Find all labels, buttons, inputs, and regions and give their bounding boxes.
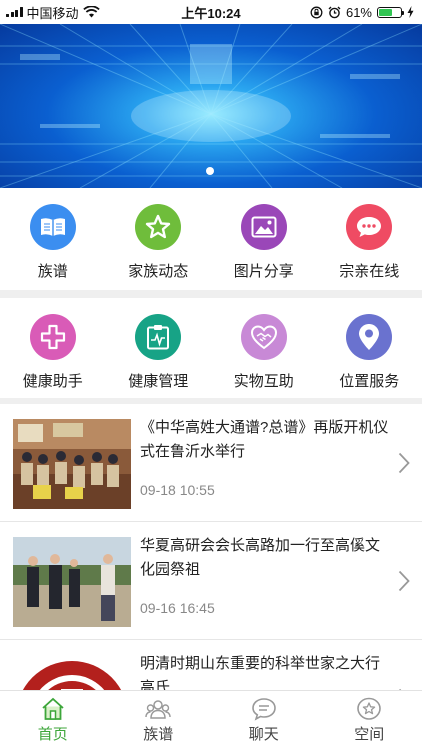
- grid-item-genealogy[interactable]: 族谱: [0, 204, 106, 290]
- tab-label: 空间: [354, 726, 385, 743]
- chat-bubble-icon: [346, 204, 393, 250]
- news-thumbnail: [13, 655, 131, 690]
- tab-genealogy[interactable]: 族谱: [106, 691, 212, 750]
- chevron-right-icon: [398, 570, 410, 592]
- grid-item-health-management[interactable]: 健康管理: [106, 314, 212, 404]
- carrier-label: 中国移动: [26, 5, 79, 21]
- charging-icon: [407, 6, 414, 18]
- grid-item-location-service[interactable]: 位置服务: [317, 314, 422, 404]
- home-icon: [42, 697, 64, 720]
- grid-label: 健康管理: [128, 373, 189, 390]
- news-item[interactable]: 明清时期山东重要的科举世家之大行高氏: [0, 640, 422, 690]
- family-icon: [145, 700, 171, 719]
- banner-image: [0, 24, 422, 188]
- grid-label: 家族动态: [128, 263, 189, 280]
- status-time: 上午10:24: [181, 5, 241, 21]
- chevron-right-icon: [398, 452, 410, 474]
- space-star-icon: [357, 697, 382, 720]
- grid-label: 族谱: [37, 263, 68, 280]
- clipboard-pulse-icon: [135, 314, 182, 360]
- news-thumbnail: [13, 537, 131, 627]
- status-left: 中国移动: [0, 3, 150, 22]
- news-thumbnail: [13, 419, 131, 509]
- carousel-indicator[interactable]: [206, 167, 214, 175]
- tab-space[interactable]: 空间: [317, 691, 422, 750]
- location-pin-icon: [346, 314, 393, 360]
- grid-item-goods-mutual-aid[interactable]: 实物互助: [211, 314, 317, 404]
- news-time: 09-16 16:45: [140, 600, 215, 616]
- rotation-lock-icon: [310, 6, 323, 18]
- battery-icon: [377, 6, 404, 18]
- news-title: 《中华高姓大通谱?总谱》再版开机仪式在鲁沂水举行: [140, 419, 389, 460]
- grid-item-family-news[interactable]: 家族动态: [106, 204, 212, 290]
- tab-label: 聊天: [248, 726, 279, 743]
- heart-handshake-icon: [240, 314, 287, 360]
- news-list: 《中华高姓大通谱?总谱》再版开机仪式在鲁沂水举行 09-18 10:55 华夏高…: [0, 404, 422, 690]
- tab-label: 首页: [37, 726, 68, 743]
- grid-label: 实物互助: [233, 373, 294, 390]
- star-icon: [135, 204, 182, 250]
- alarm-icon: [328, 6, 341, 18]
- news-time: 09-18 10:55: [140, 482, 215, 498]
- news-title: 明清时期山东重要的科举世家之大行高氏: [140, 655, 381, 690]
- grid-item-clan-online[interactable]: 宗亲在线: [317, 204, 422, 290]
- grid-label: 健康助手: [22, 373, 83, 390]
- grid-item-health-assistant[interactable]: 健康助手: [0, 314, 106, 404]
- news-item[interactable]: 华夏高研会会长高路加一行至高傒文化园祭祖 09-16 16:45: [0, 522, 422, 640]
- tab-chat[interactable]: 聊天: [211, 691, 317, 750]
- signal-icon: [6, 7, 23, 17]
- tab-label: 族谱: [143, 726, 174, 743]
- tab-home[interactable]: 首页: [0, 691, 106, 750]
- feature-grid-2: 健康助手 健康管理 实物互助 位置服务: [0, 298, 422, 404]
- battery-percent: 61%: [345, 4, 372, 20]
- section-divider: [0, 290, 422, 298]
- news-title: 华夏高研会会长高路加一行至高傒文化园祭祖: [140, 537, 381, 578]
- picture-icon: [240, 204, 287, 250]
- tab-bar: 首页 族谱 聊天 空间: [0, 690, 422, 750]
- status-right: 61%: [272, 5, 422, 20]
- grid-label: 宗亲在线: [339, 263, 400, 280]
- banner-carousel[interactable]: [0, 24, 422, 188]
- chat-icon: [251, 698, 276, 721]
- status-bar: 中国移动 上午10:24 61%: [0, 0, 422, 24]
- feature-grid-1: 族谱 家族动态 图片分享 宗亲在线: [0, 188, 422, 290]
- news-item[interactable]: 《中华高姓大通谱?总谱》再版开机仪式在鲁沂水举行 09-18 10:55: [0, 404, 422, 522]
- grid-label: 位置服务: [339, 373, 400, 390]
- book-icon: [29, 204, 76, 250]
- medical-cross-icon: [29, 314, 76, 360]
- grid-label: 图片分享: [233, 263, 294, 280]
- grid-item-photo-share[interactable]: 图片分享: [211, 204, 317, 290]
- wifi-icon: [82, 6, 100, 18]
